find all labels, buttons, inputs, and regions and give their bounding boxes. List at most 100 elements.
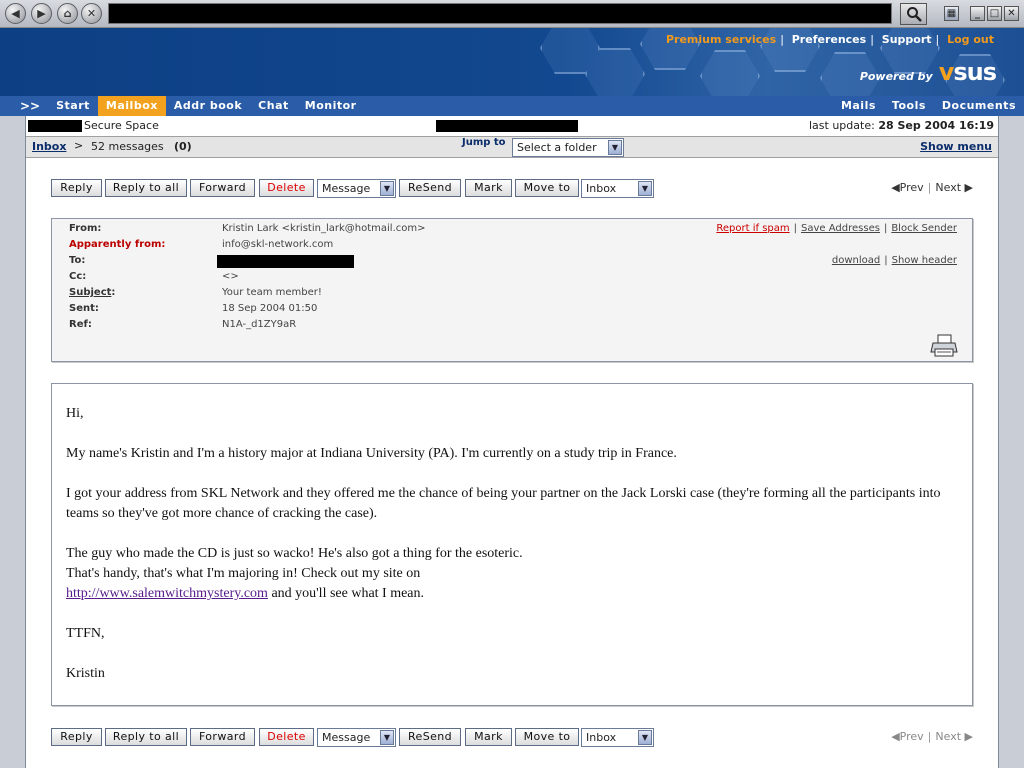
move-to-button[interactable]: Move to: [515, 728, 579, 746]
message-body: Hi, My name's Kristin and I'm a history …: [51, 383, 973, 706]
folder-select-value: Select a folder: [517, 141, 597, 154]
reply-all-button[interactable]: Reply to all: [105, 179, 187, 197]
close-icon[interactable]: ✕: [81, 3, 102, 24]
nav-start[interactable]: Start: [48, 96, 98, 116]
maximize-icon[interactable]: □: [987, 6, 1002, 21]
printer-icon[interactable]: [930, 334, 958, 358]
search-icon[interactable]: [900, 3, 927, 25]
nav-tools[interactable]: Tools: [884, 96, 934, 116]
next-link[interactable]: Next ▶: [935, 181, 973, 194]
nav-arrows[interactable]: >>: [0, 99, 48, 113]
move-folder-select[interactable]: Inbox ▼: [581, 179, 654, 198]
preferences-link[interactable]: Preferences: [792, 33, 866, 46]
powered-by: Powered by vsus: [859, 58, 997, 86]
nav-addr-book[interactable]: Addr book: [166, 96, 250, 116]
body-greeting: Hi,: [66, 406, 84, 421]
forward-button[interactable]: Forward: [190, 728, 255, 746]
cc-value: <>: [222, 271, 239, 282]
message-select[interactable]: Message ▼: [317, 728, 396, 747]
message-headers: From: Kristin Lark <kristin_lark@hotmail…: [51, 218, 973, 362]
arrow-right-icon: ▶: [964, 181, 973, 194]
mark-button[interactable]: Mark: [465, 728, 512, 746]
last-update: last update: 28 Sep 2004 16:19: [809, 119, 994, 132]
action-bar-top: Reply Reply to all Forward Delete Messag…: [51, 179, 973, 199]
delete-button[interactable]: Delete: [259, 179, 314, 197]
save-addresses-link[interactable]: Save Addresses: [801, 223, 880, 234]
chevron-down-icon: ▼: [380, 181, 394, 196]
header-banner: Premium services | Preferences | Support | …: [0, 28, 1024, 96]
info-bar: Secure Space last update: 28 Sep 2004 16…: [26, 116, 998, 136]
body-paragraph: I got your address from SKL Network and …: [66, 486, 941, 521]
report-spam-link[interactable]: Report if spam: [716, 223, 789, 234]
download-link[interactable]: download: [832, 255, 880, 266]
move-folder-select[interactable]: Inbox ▼: [581, 728, 654, 747]
body-closing: TTFN,: [66, 626, 105, 641]
account-links: Premium services | Preferences | Support | …: [665, 33, 994, 46]
secure-space-label: Secure Space: [84, 119, 159, 132]
move-folder-value: Inbox: [586, 731, 617, 744]
reply-button[interactable]: Reply: [51, 179, 102, 197]
resend-button[interactable]: ReSend: [399, 728, 461, 746]
show-menu-link[interactable]: Show menu: [920, 140, 992, 153]
message-select[interactable]: Message ▼: [317, 179, 396, 198]
website-link[interactable]: http://www.salemwitchmystery.com: [66, 586, 268, 601]
arrow-left-icon: ◀: [891, 730, 900, 743]
folder-toolbar: Inbox > 52 messages (0) Jump to Select a…: [26, 136, 998, 158]
prev-link[interactable]: ◀Prev: [891, 730, 923, 743]
spam-links: Report if spam | Save Addresses | Block Send…: [716, 223, 957, 234]
resend-button[interactable]: ReSend: [399, 179, 461, 197]
apparently-from-value: info@skl-network.com: [222, 239, 334, 250]
body-line: That's handy, that's what I'm majoring i…: [66, 566, 421, 581]
nav-documents[interactable]: Documents: [934, 96, 1024, 116]
body-line: and you'll see what I mean.: [271, 586, 425, 601]
redacted-block: [28, 120, 82, 132]
page-icon[interactable]: ▦: [944, 6, 959, 21]
browser-toolbar: ◀ ▶ ⌂ ✕ ▦ _ □ ✕: [0, 0, 1024, 28]
chevron-down-icon: ▼: [638, 181, 652, 196]
jump-to-label: Jump to: [462, 137, 506, 148]
sent-label: Sent:: [69, 303, 99, 314]
move-to-button[interactable]: Move to: [515, 179, 579, 197]
forward-button[interactable]: Forward: [190, 179, 255, 197]
block-sender-link[interactable]: Block Sender: [891, 223, 957, 234]
arrow-left-icon: ◀: [891, 181, 900, 194]
nav-mails[interactable]: Mails: [833, 96, 884, 116]
minimize-icon[interactable]: _: [970, 6, 985, 21]
unread-count: (0): [174, 140, 192, 153]
delete-button[interactable]: Delete: [259, 728, 314, 746]
powered-by-text: Powered by: [859, 70, 933, 83]
move-folder-value: Inbox: [586, 182, 617, 195]
subject-label[interactable]: Subject: [69, 287, 111, 298]
reply-button[interactable]: Reply: [51, 728, 102, 746]
logout-link[interactable]: Log out: [947, 33, 994, 46]
ref-value: N1A-_d1ZY9aR: [222, 319, 297, 330]
vsus-logo: vsus: [938, 58, 997, 86]
message-select-value: Message: [322, 731, 371, 744]
subject-value: Your team member!: [222, 287, 322, 298]
nav-monitor[interactable]: Monitor: [297, 96, 365, 116]
home-icon[interactable]: ⌂: [57, 3, 78, 24]
chevron-down-icon: ▼: [380, 730, 394, 745]
back-icon[interactable]: ◀: [5, 3, 26, 24]
premium-services-link[interactable]: Premium services: [666, 33, 776, 46]
hexagon-decoration: [700, 50, 760, 96]
next-link[interactable]: Next ▶: [935, 730, 973, 743]
support-link[interactable]: Support: [882, 33, 932, 46]
mark-button[interactable]: Mark: [465, 179, 512, 197]
forward-icon[interactable]: ▶: [31, 3, 52, 24]
nav-mailbox[interactable]: Mailbox: [97, 96, 166, 116]
show-header-link[interactable]: Show header: [892, 255, 957, 266]
reply-all-button[interactable]: Reply to all: [105, 728, 187, 746]
window-close-icon[interactable]: ✕: [1004, 6, 1019, 21]
prev-link[interactable]: ◀Prev: [891, 181, 923, 194]
inbox-link[interactable]: Inbox: [32, 140, 66, 153]
body-paragraph: The guy who made the CD is just so wacko…: [66, 544, 958, 604]
body-signature: Kristin: [66, 666, 105, 681]
nav-chat[interactable]: Chat: [250, 96, 297, 116]
redacted-block: [436, 120, 578, 132]
folder-select[interactable]: Select a folder ▼: [512, 138, 624, 157]
header-cc: Cc: <>: [69, 271, 239, 285]
address-bar[interactable]: [108, 3, 892, 24]
last-update-label: last update:: [809, 119, 875, 132]
body-paragraph: My name's Kristin and I'm a history majo…: [66, 446, 677, 461]
